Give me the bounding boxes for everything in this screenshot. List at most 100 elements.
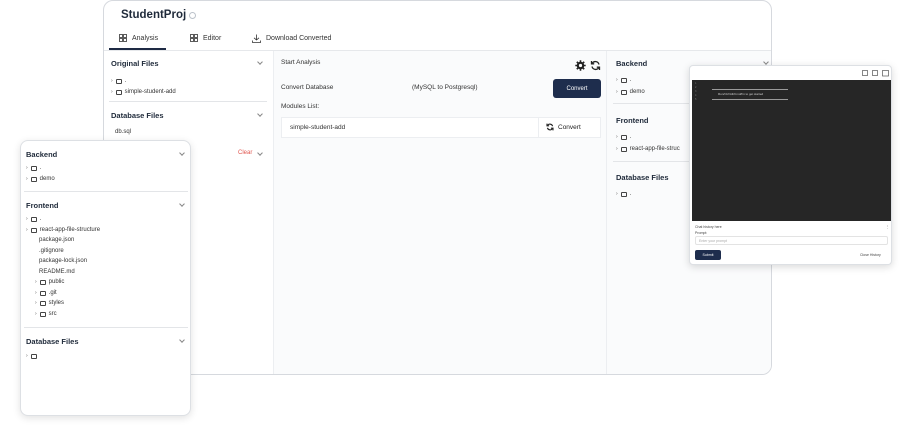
refresh-icon[interactable] xyxy=(590,60,601,71)
modules-list-label: Modules List: xyxy=(281,103,320,110)
editor-chat-panel: 12345 Run/Ctrl/Alt/Cmd/Fn to get started… xyxy=(689,65,892,265)
tab-bar: Analysis Editor Download Converted xyxy=(104,31,771,51)
more-icon[interactable]: ⋮ xyxy=(886,225,890,229)
caret-right-icon: › xyxy=(616,146,618,152)
caret-right-icon: › xyxy=(616,77,618,83)
chevron-down-icon[interactable] xyxy=(763,59,769,65)
folder-icon xyxy=(39,290,46,296)
folder-icon xyxy=(620,146,627,152)
db-conversion-label: (MySQL to Postgresql) xyxy=(412,84,478,91)
close-history-button[interactable]: Close History xyxy=(860,253,881,257)
folder-icon xyxy=(30,165,37,171)
file-item[interactable]: db.sql xyxy=(115,129,131,135)
convert-database-label: Convert Database xyxy=(281,84,334,91)
refresh-icon xyxy=(546,123,554,131)
save-icon[interactable] xyxy=(862,70,868,76)
grid-icon xyxy=(190,34,198,42)
chevron-down-icon[interactable] xyxy=(257,59,263,65)
submit-button[interactable]: Submit xyxy=(695,250,721,260)
convert-database-button[interactable]: Convert xyxy=(553,79,601,98)
original-files-title: Original Files xyxy=(111,59,159,68)
tree-item[interactable]: › simple-student-add xyxy=(111,89,176,95)
divider xyxy=(24,327,188,328)
tab-download-converted[interactable]: Download Converted xyxy=(252,34,331,43)
tab-editor[interactable]: Editor xyxy=(190,34,221,42)
caret-right-icon: › xyxy=(35,290,37,296)
caret-right-icon: › xyxy=(26,216,28,222)
tree-item[interactable]: › . xyxy=(616,191,631,197)
file-item[interactable]: package-lock.json xyxy=(39,258,87,264)
divider xyxy=(24,191,188,192)
folder-icon xyxy=(39,311,46,317)
settings-icon[interactable] xyxy=(189,11,197,19)
tree-item[interactable]: › react-app-file-struc xyxy=(616,146,680,152)
code-line: Run/Ctrl/Alt/Cmd/Fn to get started xyxy=(718,92,764,96)
caret-right-icon: › xyxy=(616,134,618,140)
file-item[interactable]: README.md xyxy=(39,269,75,275)
divider xyxy=(538,118,539,137)
tree-item[interactable]: › . xyxy=(616,134,631,140)
folder-icon xyxy=(39,279,46,285)
database-files-title: Database Files xyxy=(111,111,164,120)
tree-item[interactable]: › . xyxy=(26,216,41,222)
tree-item[interactable]: › styles xyxy=(35,300,64,306)
folder-icon xyxy=(39,300,46,306)
caret-down-icon: › xyxy=(26,227,28,233)
window-controls xyxy=(862,70,889,77)
download-icon xyxy=(252,34,261,43)
project-title: StudentProj xyxy=(121,9,197,21)
tree-item[interactable]: › xyxy=(26,353,40,359)
file-explorer-panel: Backend › . › demo Frontend › . › react-… xyxy=(20,140,191,416)
tree-item[interactable]: › react-app-file-structure xyxy=(26,227,100,233)
code-editor[interactable]: 12345 Run/Ctrl/Alt/Cmd/Fn to get started xyxy=(692,80,891,221)
caret-right-icon: › xyxy=(35,311,37,317)
tab-analysis[interactable]: Analysis xyxy=(108,34,167,50)
frontend-title: Frontend xyxy=(26,201,59,210)
caret-right-icon: › xyxy=(111,78,113,84)
file-item[interactable]: .gitignore xyxy=(39,248,64,254)
tree-item[interactable]: › . xyxy=(616,77,631,83)
tree-item[interactable]: › src xyxy=(35,311,57,317)
clear-button[interactable]: Clear xyxy=(238,150,252,156)
caret-right-icon: › xyxy=(616,191,618,197)
folder-icon xyxy=(30,227,37,233)
folder-icon xyxy=(30,216,37,222)
chevron-down-icon[interactable] xyxy=(257,111,263,117)
tree-item[interactable]: › . xyxy=(26,165,41,171)
folder-icon xyxy=(115,89,122,95)
caret-right-icon: › xyxy=(111,89,113,95)
module-row: simple-student-add Convert xyxy=(281,117,601,138)
tree-item[interactable]: › public xyxy=(35,279,64,285)
database-files-title: Database Files xyxy=(26,337,79,346)
file-item[interactable]: package.json xyxy=(39,237,74,243)
start-analysis-label: Start Analysis xyxy=(281,59,321,66)
database-files-title: Database Files xyxy=(616,173,669,182)
folder-icon xyxy=(620,191,627,197)
chevron-down-icon[interactable] xyxy=(257,150,263,156)
caret-right-icon: › xyxy=(616,89,618,95)
tree-item[interactable]: › demo xyxy=(616,89,645,95)
folder-icon xyxy=(620,134,627,140)
expand-icon[interactable] xyxy=(882,70,889,77)
tree-item[interactable]: › demo xyxy=(26,176,55,182)
prompt-input[interactable]: Enter your prompt xyxy=(695,236,888,245)
chevron-down-icon[interactable] xyxy=(179,150,185,156)
caret-right-icon: › xyxy=(35,279,37,285)
caret-right-icon: › xyxy=(35,300,37,306)
tree-item[interactable]: › . xyxy=(111,78,126,84)
folder-icon xyxy=(30,176,37,182)
editor-rule xyxy=(712,99,788,100)
copy-icon[interactable] xyxy=(872,70,878,76)
caret-right-icon: › xyxy=(26,165,28,171)
chevron-down-icon[interactable] xyxy=(179,201,185,207)
folder-icon xyxy=(620,77,627,83)
gear-icon[interactable] xyxy=(575,60,586,71)
backend-title: Backend xyxy=(26,150,58,159)
convert-module-button[interactable]: Convert xyxy=(546,123,581,131)
tree-item[interactable]: › .git xyxy=(35,290,57,296)
folder-icon xyxy=(620,89,627,95)
prompt-label: Prompt: xyxy=(695,231,708,235)
module-name: simple-student-add xyxy=(290,124,346,131)
chevron-down-icon[interactable] xyxy=(179,337,185,343)
analysis-panel: Start Analysis Convert Database (MySQL t… xyxy=(274,51,606,374)
